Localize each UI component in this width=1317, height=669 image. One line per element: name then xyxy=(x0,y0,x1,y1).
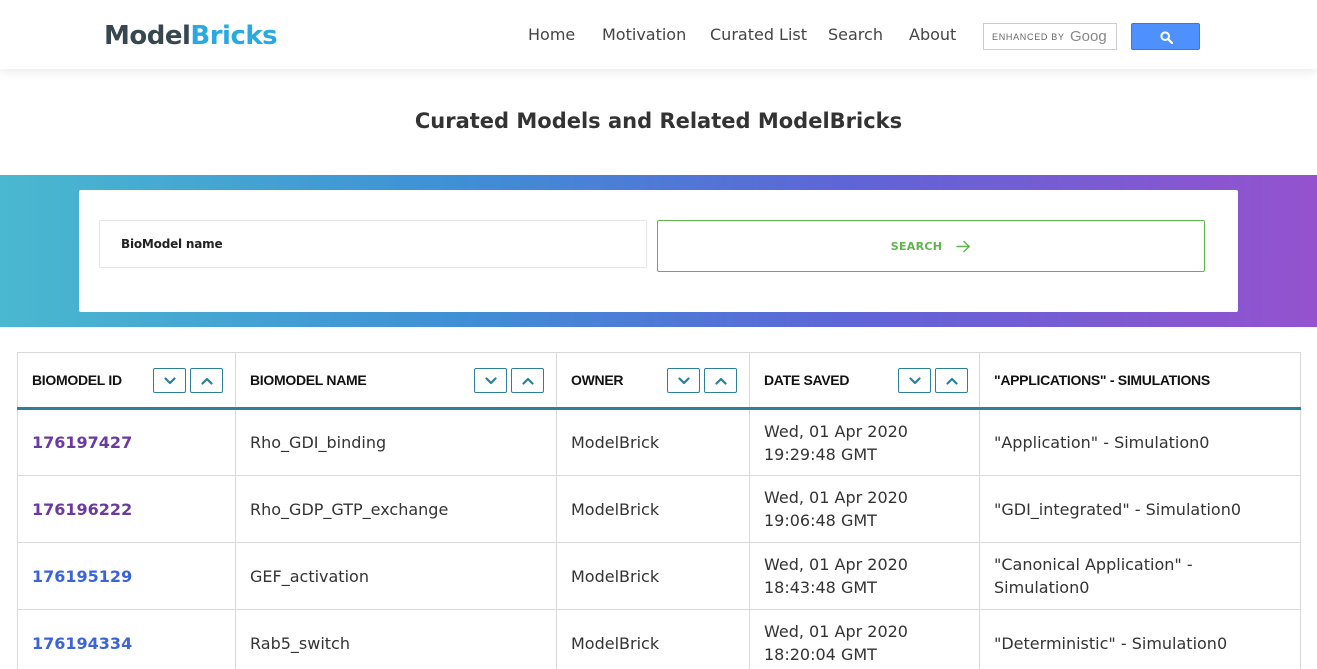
sort-asc-button[interactable] xyxy=(190,368,223,393)
sort-desc-button[interactable] xyxy=(898,368,931,393)
applications-cell: "Canonical Application" - Simulation0 xyxy=(979,542,1301,610)
search-button-label: SEARCH xyxy=(890,239,943,253)
table-header-row: BIOMODEL ID BIOMODEL NAME OWNER DATE SAV… xyxy=(17,352,1301,410)
date-saved-cell: Wed, 01 Apr 2020 18:43:48 GMT xyxy=(749,542,980,610)
owner-cell: ModelBrick xyxy=(556,609,750,669)
sort-asc-button[interactable] xyxy=(935,368,968,393)
owner-cell: ModelBrick xyxy=(556,408,750,476)
chevron-down-icon xyxy=(163,376,176,384)
col-biomodel-id: BIOMODEL ID xyxy=(17,352,236,410)
chevron-down-icon xyxy=(484,376,497,384)
sort-controls-id xyxy=(153,368,223,393)
biomodel-name-cell: Rho_GDI_binding xyxy=(235,408,557,476)
table-row: 176197427 Rho_GDI_binding ModelBrick Wed… xyxy=(17,408,1301,476)
applications-cell: "Deterministic" - Simulation0 xyxy=(979,609,1301,669)
nav-home[interactable]: Home xyxy=(528,25,575,45)
biomodel-name-cell: GEF_activation xyxy=(235,542,557,610)
search-button[interactable]: SEARCH xyxy=(657,220,1205,272)
applications-cell: "GDI_integrated" - Simulation0 xyxy=(979,475,1301,543)
nav-motivation[interactable]: Motivation xyxy=(602,25,686,45)
chevron-down-icon xyxy=(677,376,690,384)
page-title: Curated Models and Related ModelBricks xyxy=(414,109,903,133)
col-owner-label: OWNER xyxy=(571,372,624,388)
logo-text-model: Model xyxy=(104,21,191,51)
logo-text-bricks: Bricks xyxy=(190,21,278,51)
sort-controls-owner xyxy=(667,368,737,393)
chevron-down-icon xyxy=(908,376,921,384)
col-biomodel-name-label: BIOMODEL NAME xyxy=(250,372,367,388)
table-row: 176194334 Rab5_switch ModelBrick Wed, 01… xyxy=(17,609,1301,669)
col-biomodel-id-label: BIOMODEL ID xyxy=(32,372,122,388)
search-band: BioModel name SEARCH xyxy=(0,175,1317,327)
google-search-input[interactable]: ENHANCED BY Goog xyxy=(983,23,1117,50)
sort-desc-button[interactable] xyxy=(474,368,507,393)
search-card: BioModel name SEARCH xyxy=(79,190,1238,312)
table-row: 176195129 GEF_activation ModelBrick Wed,… xyxy=(17,542,1301,610)
site-header: ModelBricks Home Motivation Curated List… xyxy=(0,0,1317,69)
chevron-up-icon xyxy=(200,377,213,385)
nav-curated-list[interactable]: Curated List xyxy=(710,25,807,45)
sort-controls-date xyxy=(898,368,968,393)
site-logo[interactable]: ModelBricks xyxy=(104,20,278,52)
biomodel-name-cell: Rho_GDP_GTP_exchange xyxy=(235,475,557,543)
col-applications: "APPLICATIONS" - SIMULATIONS xyxy=(979,352,1301,410)
sort-asc-button[interactable] xyxy=(704,368,737,393)
date-saved-cell: Wed, 01 Apr 2020 18:20:04 GMT xyxy=(749,609,980,669)
col-biomodel-name: BIOMODEL NAME xyxy=(235,352,557,410)
search-icon xyxy=(1160,31,1173,44)
chevron-up-icon xyxy=(945,377,958,385)
date-saved-cell: Wed, 01 Apr 2020 19:29:48 GMT xyxy=(749,408,980,476)
nav-about[interactable]: About xyxy=(909,25,956,45)
col-date-saved: DATE SAVED xyxy=(749,352,980,410)
owner-cell: ModelBrick xyxy=(556,475,750,543)
chevron-up-icon xyxy=(521,377,534,385)
biomodel-id-link[interactable]: 176197427 xyxy=(17,408,236,476)
applications-cell: "Application" - Simulation0 xyxy=(979,408,1301,476)
sort-asc-button[interactable] xyxy=(511,368,544,393)
biomodel-id-link[interactable]: 176195129 xyxy=(17,542,236,610)
owner-cell: ModelBrick xyxy=(556,542,750,610)
google-logo-text: Goog xyxy=(1070,28,1107,45)
arrow-right-icon xyxy=(956,240,971,252)
date-saved-cell: Wed, 01 Apr 2020 19:06:48 GMT xyxy=(749,475,980,543)
biomodel-name-input[interactable]: BioModel name xyxy=(99,220,647,268)
nav-search[interactable]: Search xyxy=(828,25,883,45)
curated-models-table: BIOMODEL ID BIOMODEL NAME OWNER DATE SAV… xyxy=(17,352,1301,669)
col-date-saved-label: DATE SAVED xyxy=(764,372,850,388)
biomodel-name-cell: Rab5_switch xyxy=(235,609,557,669)
col-applications-label: "APPLICATIONS" - SIMULATIONS xyxy=(994,372,1210,388)
sort-desc-button[interactable] xyxy=(153,368,186,393)
enhanced-by-label: ENHANCED BY xyxy=(992,32,1065,42)
table-row: 176196222 Rho_GDP_GTP_exchange ModelBric… xyxy=(17,475,1301,543)
sort-desc-button[interactable] xyxy=(667,368,700,393)
biomodel-id-link[interactable]: 176194334 xyxy=(17,609,236,669)
sort-controls-name xyxy=(474,368,544,393)
google-search-button[interactable] xyxy=(1131,23,1200,50)
chevron-up-icon xyxy=(714,377,727,385)
biomodel-id-link[interactable]: 176196222 xyxy=(17,475,236,543)
col-owner: OWNER xyxy=(556,352,750,410)
